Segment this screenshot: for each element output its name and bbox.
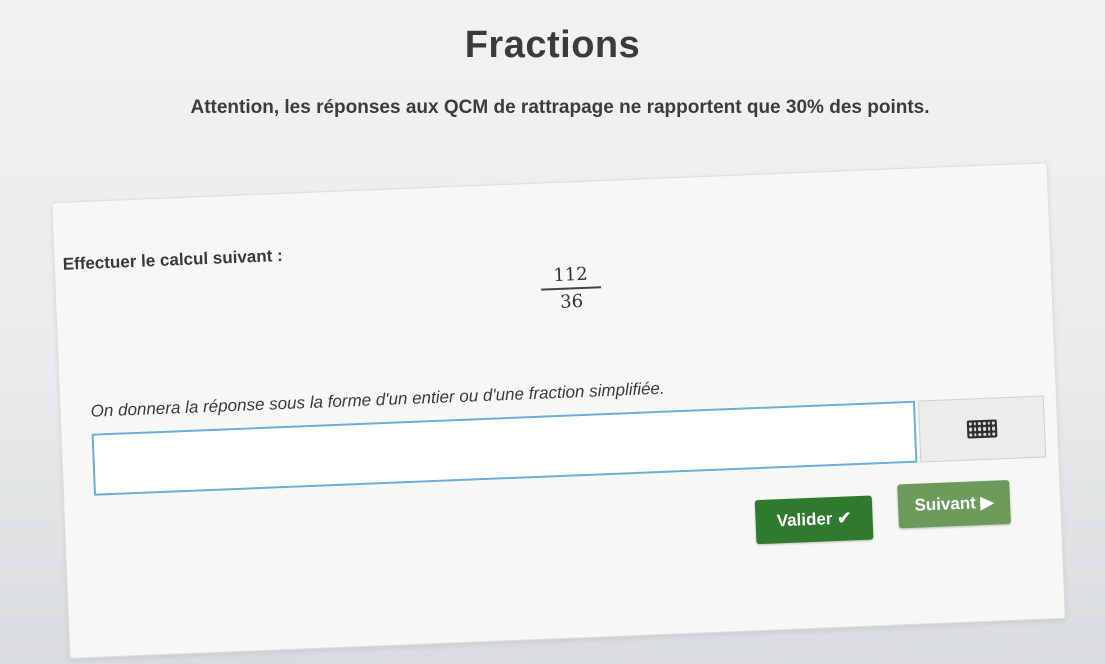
- virtual-keyboard-button[interactable]: [917, 395, 1047, 463]
- page: Fractions Attention, les réponses aux QC…: [0, 0, 1105, 664]
- page-title: Fractions: [464, 24, 641, 66]
- next-button[interactable]: Suivant ▶: [897, 479, 1011, 529]
- instruction-text: Effectuer le calcul suivant :: [62, 245, 284, 274]
- keyboard-icon: [966, 419, 998, 439]
- fraction-denominator: 36: [559, 290, 584, 313]
- fraction-numerator: 112: [540, 263, 602, 291]
- warning-text: Attention, les réponses aux QCM de rattr…: [190, 97, 930, 118]
- exercise-card: Effectuer le calcul suivant : 112 36 On …: [51, 162, 1066, 659]
- fraction: 112 36: [540, 263, 602, 313]
- validate-button[interactable]: Valider ✔: [754, 495, 874, 545]
